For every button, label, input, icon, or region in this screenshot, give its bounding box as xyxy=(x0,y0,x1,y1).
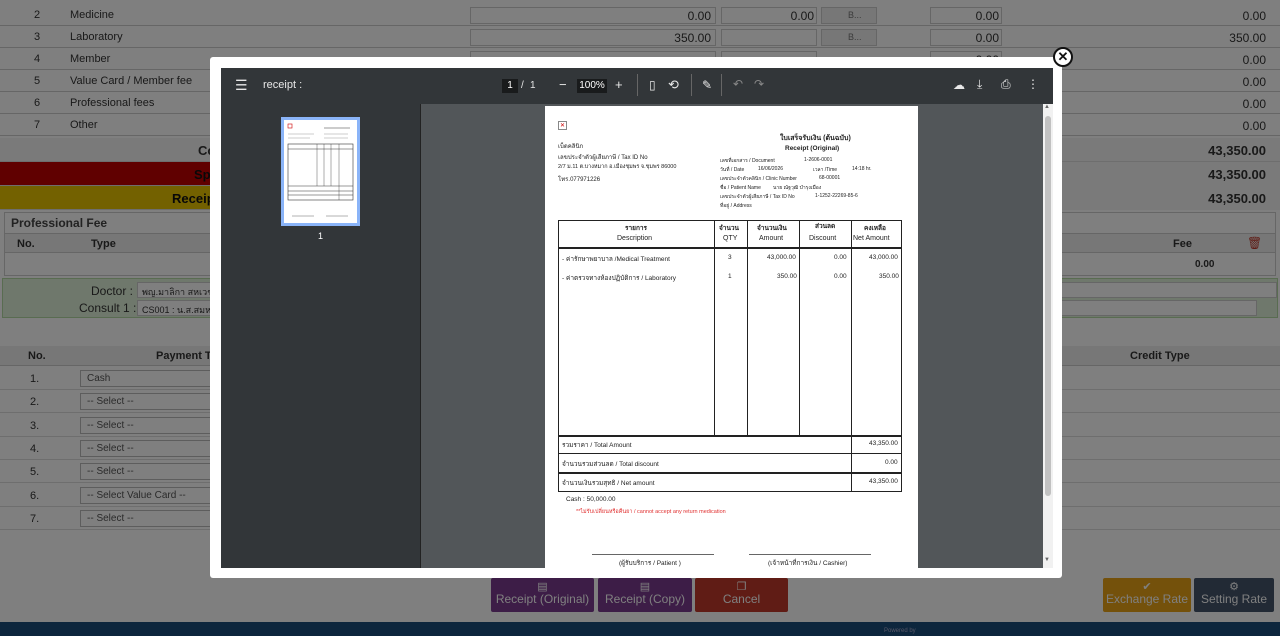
sign-cashier: (เจ้าหน้าที่การเงิน / Cashier) xyxy=(768,560,848,567)
redo-icon[interactable]: ↷ xyxy=(754,77,764,91)
patient-tax-label: เลขประจำตัวผู้เสียภาษี / Tax ID No xyxy=(720,194,795,200)
date-label: วันที่ / Date xyxy=(720,167,745,173)
clinic-number-value: 68-00001 xyxy=(819,175,841,181)
header-amount-th: จำนวนเงิน xyxy=(757,225,787,232)
item-discount: 0.00 xyxy=(834,273,847,280)
pdf-viewer: ☰ receipt : 1 / 1 − 100% + ▯ ⟲ ✎ ↶ ↷ ☁ ⤓… xyxy=(221,68,1053,568)
header-net-th: คงเหลือ xyxy=(864,225,886,232)
header-discount: Discount xyxy=(809,235,837,242)
total-label: รวมราคา / Total Amount xyxy=(562,442,632,449)
receipt-title-en: Receipt (Original) xyxy=(785,145,840,152)
page-total: 1 xyxy=(530,80,536,91)
menu-icon[interactable]: ☰ xyxy=(235,77,248,94)
fit-page-icon[interactable]: ▯ xyxy=(649,78,656,92)
zoom-out-icon[interactable]: − xyxy=(559,77,567,92)
download-icon[interactable]: ⤓ xyxy=(977,77,982,92)
item-desc: - ค่ารักษาพยาบาล /Medical Treatment xyxy=(562,256,670,263)
clinic-number-label: เลขประจำตัวคลินิก / Clinic Number xyxy=(720,176,797,182)
discount-label: จำนวนรวมส่วนลด / Total discount xyxy=(562,461,659,468)
thumbnail-label: 1 xyxy=(318,231,324,241)
signature-line xyxy=(592,554,714,555)
clinic-tel: โทร.077971226 xyxy=(558,177,601,183)
rotate-icon[interactable]: ⟲ xyxy=(668,77,679,93)
toolbar-divider xyxy=(637,74,638,96)
broken-logo-image: ✕ xyxy=(558,121,567,130)
header-desc: Description xyxy=(617,235,653,242)
table-line xyxy=(851,221,852,491)
patient-tax-value: 1-1252-22269-85-6 xyxy=(815,193,858,199)
scrollbar[interactable]: ▲ ▼ xyxy=(1043,104,1053,568)
thumbnail-sidebar: 1 xyxy=(221,104,421,568)
page-number-input[interactable]: 1 xyxy=(502,79,518,93)
item-amount: 350.00 xyxy=(777,273,797,280)
table-line xyxy=(559,247,901,249)
clinic-name: เบ็ดคลินิก xyxy=(558,144,584,150)
item-discount: 0.00 xyxy=(834,254,847,261)
table-line xyxy=(559,453,901,454)
more-options-icon[interactable]: ⋮ xyxy=(1027,77,1039,91)
toolbar-divider xyxy=(691,74,692,96)
address-label: ที่อยู่ / Address xyxy=(720,203,752,209)
thumbnail-preview xyxy=(287,123,354,217)
save-to-drive-icon[interactable]: ☁ xyxy=(953,78,965,92)
signature-line xyxy=(749,554,871,555)
items-table: รายการ Description จำนวน QTY จำนวนเงิน A… xyxy=(558,220,902,492)
page-thumbnail[interactable] xyxy=(281,117,360,226)
pdf-toolbar: ☰ receipt : 1 / 1 − 100% + ▯ ⟲ ✎ ↶ ↷ ☁ ⤓… xyxy=(221,68,1053,104)
table-line xyxy=(714,221,715,436)
doc-label: เลขที่เอกสาร / Document xyxy=(720,158,775,164)
undo-icon[interactable]: ↶ xyxy=(733,77,743,91)
header-discount-th: ส่วนลด xyxy=(815,223,836,230)
table-line xyxy=(559,435,901,437)
pdf-page-area: ✕ เบ็ดคลินิก เลขประจำตัวผู้เสียภาษี / Ta… xyxy=(421,104,1053,568)
total-value: 43,350.00 xyxy=(869,440,898,447)
date-value: 16/06/2026 xyxy=(758,166,784,172)
time-label: เวลา /Time xyxy=(813,167,838,173)
header-qty-th: จำนวน xyxy=(719,225,739,232)
header-desc-th: รายการ xyxy=(625,225,648,232)
item-net: 350.00 xyxy=(879,273,899,280)
table-line xyxy=(559,472,901,474)
patient-label: ชื่อ / Patient Name xyxy=(720,185,761,191)
item-desc: - ค่าตรวจทางห้องปฏิบัติการ / Laboratory xyxy=(562,275,677,282)
item-qty: 1 xyxy=(728,273,732,280)
zoom-in-icon[interactable]: + xyxy=(615,77,623,92)
item-net: 43,000.00 xyxy=(869,254,898,261)
table-line xyxy=(799,221,800,436)
scroll-down-icon[interactable]: ▼ xyxy=(1044,557,1050,563)
return-note: **ไม่รับเปลี่ยนหรือคืนยา / cannot accept… xyxy=(576,509,726,515)
item-amount: 43,000.00 xyxy=(767,254,796,261)
print-icon[interactable]: ⎙ xyxy=(1001,77,1011,92)
cash-paid: Cash : 50,000.00 xyxy=(566,496,616,503)
net-label: จำนวนเงินรวมสุทธิ / Net amount xyxy=(562,480,655,487)
receipt-title-th: ใบเสร็จรับเงิน (ต้นฉบับ) xyxy=(780,135,851,142)
sign-patient: (ผู้รับบริการ / Patient ) xyxy=(619,560,681,567)
toolbar-divider xyxy=(721,74,722,96)
header-amount: Amount xyxy=(759,235,784,242)
zoom-input[interactable]: 100% xyxy=(577,79,607,93)
time-value: 14:18 hr. xyxy=(852,166,872,172)
annotate-icon[interactable]: ✎ xyxy=(702,78,712,92)
net-value: 43,350.00 xyxy=(869,478,898,485)
close-icon[interactable]: ✕ xyxy=(1053,47,1073,67)
clinic-tax-label: เลขประจำตัวผู้เสียภาษี / Tax ID No xyxy=(558,155,648,161)
scroll-up-icon[interactable]: ▲ xyxy=(1044,104,1050,110)
document-title: receipt : xyxy=(263,79,303,91)
patient-value: นาย ณัฐวุฒิ บำรุงเมือง xyxy=(773,185,822,191)
receipt-page: ✕ เบ็ดคลินิก เลขประจำตัวผู้เสียภาษี / Ta… xyxy=(545,106,918,568)
header-qty: QTY xyxy=(723,235,738,242)
table-line xyxy=(747,221,748,436)
clinic-address: 2/7 ม.11 ต.บางหมาก อ.เมืองชุมพร จ.ชุมพร … xyxy=(558,164,677,170)
item-qty: 3 xyxy=(728,254,732,261)
discount-value: 0.00 xyxy=(885,459,898,466)
doc-value: 1-2606-0001 xyxy=(804,157,833,163)
header-net: Net Amount xyxy=(853,235,890,242)
page-separator: / xyxy=(521,80,524,91)
scrollbar-thumb[interactable] xyxy=(1045,116,1051,496)
